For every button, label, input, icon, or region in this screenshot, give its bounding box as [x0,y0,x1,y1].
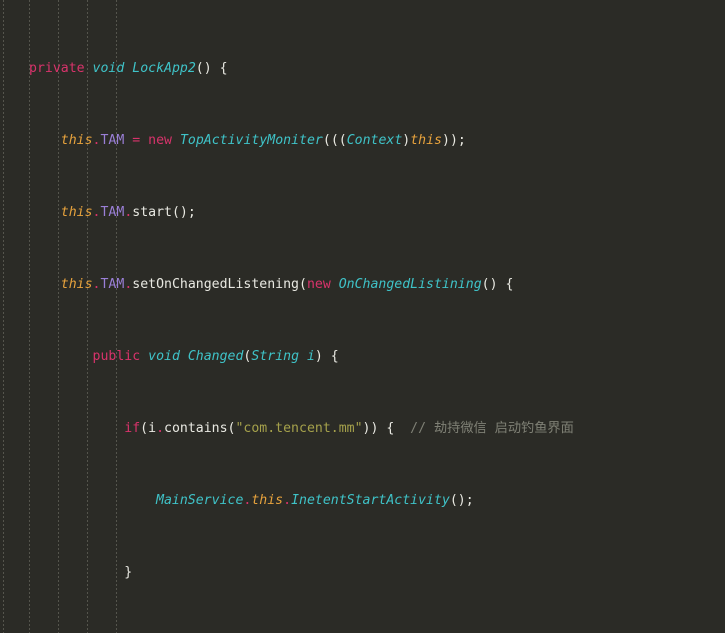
source-code-block[interactable]: private void LockApp2() { this.TAM = new… [0,6,725,633]
code-line[interactable]: MainService.this.InetentStartActivity(); [0,492,725,510]
code-line[interactable]: public void Changed(String i) { [0,348,725,366]
code-line[interactable]: } [0,564,725,582]
code-line[interactable]: if(i.contains("com.tencent.mm")) { // 劫持… [0,420,725,438]
code-line[interactable]: this.TAM = new TopActivityMoniter(((Cont… [0,132,725,150]
code-editor-viewport[interactable]: private void LockApp2() { this.TAM = new… [0,0,725,633]
code-line[interactable]: private void LockApp2() { [0,60,725,78]
code-line[interactable]: this.TAM.setOnChangedListening(new OnCha… [0,276,725,294]
code-line[interactable]: this.TAM.start(); [0,204,725,222]
